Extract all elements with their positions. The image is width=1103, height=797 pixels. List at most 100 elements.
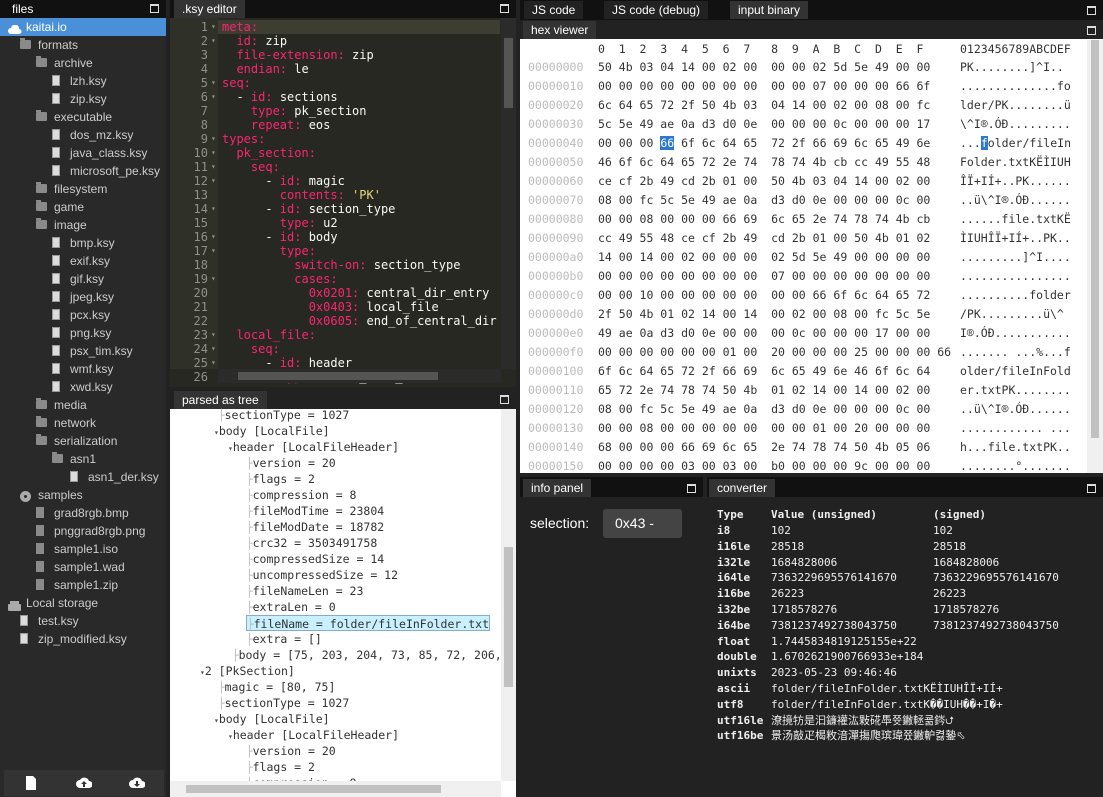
converter-value[interactable]: 1.6702621900766933e+184: [771, 649, 923, 665]
tree-field[interactable]: ├fileNameLen = 23: [246, 583, 363, 599]
ascii-row[interactable]: \^I®.ÓÐ.........: [960, 115, 1071, 134]
new-file-button[interactable]: [4, 770, 57, 796]
file-tree-item[interactable]: asn1_der.ksy: [0, 468, 166, 486]
tree-hscrollbar[interactable]: [170, 781, 501, 797]
tab-ksy-editor[interactable]: .ksy editor: [174, 0, 245, 18]
tree-field[interactable]: ├crc32 = 3503491758: [246, 535, 377, 551]
file-tree-item[interactable]: test.ksy: [0, 612, 166, 630]
editor-hscrollbar[interactable]: [218, 369, 501, 383]
hex-bytes-row[interactable]: 00 00 00 00 00 00 01 00 20 00 00 00 25 0…: [598, 343, 951, 362]
hex-bytes-row[interactable]: 2f 50 4b 01 02 14 00 14 00 02 00 08 00 f…: [598, 305, 930, 324]
file-tree-item[interactable]: jpeg.ksy: [0, 288, 166, 306]
tree-branch[interactable]: ▾body [LocalFile]: [214, 711, 330, 727]
file-tree-item[interactable]: microsoft_pe.ksy: [0, 162, 166, 180]
hex-bytes-row[interactable]: 6c 64 65 72 2f 50 4b 03 04 14 00 02 00 0…: [598, 96, 930, 115]
converter-value[interactable]: 7381237492738043750: [933, 618, 1059, 634]
hex-bytes-row[interactable]: 49 ae 0a d3 d0 0e 00 00 00 0c 00 00 00 1…: [598, 324, 930, 343]
hex-bytes-row[interactable]: 00 00 08 00 00 00 00 00 00 00 01 00 20 0…: [598, 419, 930, 438]
tree-field[interactable]: ├compression = 8: [246, 487, 356, 503]
tab-hex-viewer[interactable]: hex viewer: [523, 21, 596, 39]
converter-value[interactable]: folder/fileInFolder.txtKËÌIUHÎÏ+IÍ+: [771, 681, 1003, 697]
maximize-icon[interactable]: [150, 4, 159, 13]
tree-field[interactable]: ├extra = []: [246, 631, 322, 647]
ascii-row[interactable]: PK........]^I..: [960, 58, 1064, 77]
file-tree-item[interactable]: grad8rgb.bmp: [0, 504, 166, 522]
converter-value[interactable]: 102: [933, 523, 953, 539]
fold-arrow-icon[interactable]: ▾: [211, 342, 216, 356]
hex-scrollbar[interactable]: [1087, 40, 1103, 473]
hex-bytes-row[interactable]: 08 00 fc 5c 5e 49 ae 0a d3 d0 0e 00 00 0…: [598, 191, 930, 210]
fold-arrow-icon[interactable]: ▾: [211, 356, 216, 370]
files-tab[interactable]: files: [4, 0, 41, 18]
tab-input-binary[interactable]: input binary: [730, 1, 808, 19]
tree-field[interactable]: ├magic = [80, 75]: [218, 679, 335, 695]
fold-arrow-icon[interactable]: ▾: [211, 76, 216, 90]
fold-arrow-icon[interactable]: ▾: [211, 272, 216, 286]
converter-value[interactable]: 7363229695576141670: [771, 570, 897, 586]
file-tree-item[interactable]: network: [0, 414, 166, 432]
editor-hscroll-thumb[interactable]: [238, 372, 438, 380]
file-tree-item[interactable]: asn1: [0, 450, 166, 468]
tree-field[interactable]: ├sectionType = 1027: [218, 407, 349, 423]
ascii-row[interactable]: .........]^I....: [960, 248, 1071, 267]
download-button[interactable]: [110, 770, 163, 796]
tab-converter[interactable]: converter: [709, 479, 775, 497]
ascii-row[interactable]: ............ ...: [960, 419, 1071, 438]
file-tree-item[interactable]: png.ksy: [0, 324, 166, 342]
hex-bytes-row[interactable]: 08 00 fc 5c 5e 49 ae 0a d3 d0 0e 00 00 0…: [598, 400, 930, 419]
ascii-row[interactable]: ÎÏ+IÍ+..PK......: [960, 172, 1071, 191]
converter-value[interactable]: 2023-05-23 09:46:46: [771, 665, 897, 681]
file-tree-item[interactable]: bmp.ksy: [0, 234, 166, 252]
file-tree-item[interactable]: formats: [0, 36, 166, 54]
fold-arrow-icon[interactable]: ▾: [211, 244, 216, 258]
fold-arrow-icon[interactable]: ▾: [211, 90, 216, 104]
tree-branch[interactable]: ▾header [LocalFileHeader]: [228, 727, 399, 743]
hex-bytes-row[interactable]: ce cf 2b 49 cd 2b 01 00 50 4b 03 04 14 0…: [598, 172, 930, 191]
ascii-row[interactable]: ....... ...%...f: [960, 343, 1071, 362]
converter-value[interactable]: folder/fileInFolder.txtK��IUH��+I�+: [771, 697, 1003, 713]
hex-bytes-row[interactable]: 68 00 00 00 66 69 6c 65 2e 74 78 74 50 4…: [598, 438, 930, 457]
file-tree-item[interactable]: psx_tim.ksy: [0, 342, 166, 360]
ascii-row[interactable]: ..........folder: [960, 286, 1071, 305]
converter-value[interactable]: 7363229695576141670: [933, 570, 1059, 586]
tree-field[interactable]: ├compressedSize = 14: [246, 551, 384, 567]
file-tree-item[interactable]: samples: [0, 486, 166, 504]
hex-bytes-row[interactable]: 14 00 14 00 02 00 00 00 02 5d 5e 49 00 0…: [598, 248, 930, 267]
converter-value[interactable]: 1684828006: [933, 555, 999, 571]
hex-bytes-row[interactable]: 00 00 10 00 00 00 00 00 00 00 66 6f 6c 6…: [598, 286, 930, 305]
converter-value[interactable]: 1684828006: [771, 555, 837, 571]
tree-field[interactable]: ├fileModDate = 18782: [246, 519, 384, 535]
ascii-row[interactable]: ..ü\^I®.ÓÐ......: [960, 400, 1071, 419]
ascii-row[interactable]: /PK.........ü\^: [960, 305, 1064, 324]
converter-value[interactable]: 28518: [933, 539, 966, 555]
ascii-row[interactable]: Folder.txtKËÌIUH: [960, 153, 1071, 172]
file-tree-item[interactable]: gif.ksy: [0, 270, 166, 288]
fold-arrow-icon[interactable]: ▾: [211, 174, 216, 188]
ascii-row[interactable]: I®.ÓÐ...........: [960, 324, 1071, 343]
file-tree-item[interactable]: sample1.zip: [0, 576, 166, 594]
file-tree-item[interactable]: Local storage: [0, 594, 166, 612]
ascii-row[interactable]: lder/PK........ü: [960, 96, 1071, 115]
file-tree-item[interactable]: serialization: [0, 432, 166, 450]
hex-bytes-row[interactable]: 00 00 00 00 00 00 00 00 07 00 00 00 00 0…: [598, 267, 930, 286]
tree-field[interactable]: ├fileModTime = 23804: [246, 503, 384, 519]
tree-field[interactable]: ├flags = 2: [246, 471, 315, 487]
hex-scroll-thumb[interactable]: [1091, 40, 1099, 438]
file-tree-item[interactable]: sample1.wad: [0, 558, 166, 576]
tree-field[interactable]: ├body = [75, 203, 204, 73, 85, 72, 206, …: [232, 647, 516, 663]
file-tree-item[interactable]: java_class.ksy: [0, 144, 166, 162]
tree-hscroll-thumb[interactable]: [186, 785, 441, 793]
tree-branch[interactable]: ▾2 [PkSection]: [200, 663, 295, 679]
converter-value[interactable]: 102: [771, 523, 791, 539]
file-tree-item[interactable]: executable: [0, 108, 166, 126]
upload-button[interactable]: [57, 770, 110, 796]
converter-value[interactable]: 1718578276: [771, 602, 837, 618]
maximize-icon[interactable]: [1087, 26, 1096, 35]
file-tree-item[interactable]: wmf.ksy: [0, 360, 166, 378]
hex-bytes-row[interactable]: 00 00 08 00 00 00 66 69 6c 65 2e 74 78 7…: [598, 210, 930, 229]
hex-bytes-row[interactable]: 00 00 00 66 6f 6c 64 65 72 2f 66 69 6c 6…: [598, 134, 930, 153]
file-tree-item[interactable]: sample1.iso: [0, 540, 166, 558]
fold-arrow-icon[interactable]: ▾: [211, 230, 216, 244]
hex-bytes-row[interactable]: 6f 6c 64 65 72 2f 66 69 6c 65 49 6e 46 6…: [598, 362, 930, 381]
converter-value[interactable]: 26223: [933, 586, 966, 602]
